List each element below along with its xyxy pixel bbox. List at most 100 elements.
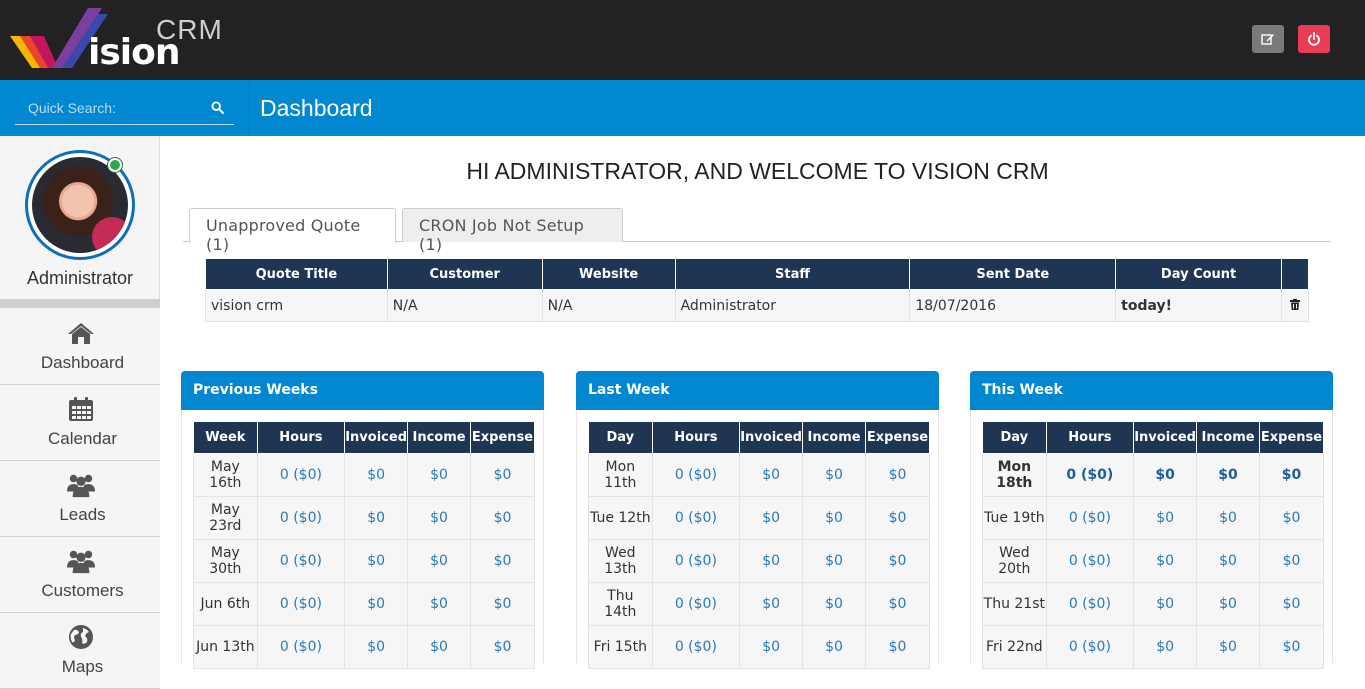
income-cell[interactable]: $0: [407, 625, 471, 669]
income-cell[interactable]: $0: [407, 496, 471, 540]
expense-cell[interactable]: $0: [1258, 582, 1325, 626]
expense-cell[interactable]: $0: [864, 496, 931, 540]
hours-cell[interactable]: 0 ($0): [1045, 496, 1135, 540]
expense-cell[interactable]: $0: [1258, 539, 1325, 583]
expense-cell[interactable]: $0: [1258, 496, 1325, 540]
expense-cell[interactable]: $0: [1258, 453, 1325, 497]
column-header: Hours: [651, 421, 741, 454]
invoiced-cell[interactable]: $0: [1133, 625, 1198, 669]
invoiced-cell[interactable]: $0: [1133, 496, 1198, 540]
search-icon[interactable]: [211, 101, 224, 119]
users-icon: [67, 547, 95, 575]
tab-cron-job[interactable]: CRON Job Not Setup (1): [402, 208, 623, 254]
quick-search: [15, 93, 234, 125]
day-cell: Tue 12th: [588, 496, 653, 540]
column-header: Hours: [1045, 421, 1135, 454]
invoiced-cell[interactable]: $0: [344, 625, 409, 669]
day-cell: Wed 13th: [588, 539, 653, 583]
income-cell[interactable]: $0: [1196, 625, 1260, 669]
invoiced-cell[interactable]: $0: [739, 496, 804, 540]
hours-cell[interactable]: 0 ($0): [256, 625, 346, 669]
income-cell[interactable]: $0: [407, 582, 471, 626]
expense-cell[interactable]: $0: [469, 582, 536, 626]
income-cell[interactable]: $0: [1196, 539, 1260, 583]
expense-cell[interactable]: $0: [1258, 625, 1325, 669]
hours-cell[interactable]: 0 ($0): [1045, 539, 1135, 583]
invoiced-cell[interactable]: $0: [739, 453, 804, 497]
invoiced-cell[interactable]: $0: [344, 539, 409, 583]
hours-cell[interactable]: 0 ($0): [651, 496, 741, 540]
hours-cell[interactable]: 0 ($0): [1045, 453, 1135, 497]
hours-cell[interactable]: 0 ($0): [651, 625, 741, 669]
expense-cell[interactable]: $0: [469, 625, 536, 669]
panel-title: Last Week: [576, 371, 939, 410]
hours-cell[interactable]: 0 ($0): [256, 453, 346, 497]
sidebar-item-leads[interactable]: Leads: [0, 461, 160, 537]
sidebar: Administrator Dashboard Calendar Leads C…: [0, 136, 160, 689]
logout-button[interactable]: [1298, 25, 1330, 53]
expense-cell[interactable]: $0: [469, 496, 536, 540]
income-cell[interactable]: $0: [1196, 582, 1260, 626]
column-header: Expense: [864, 421, 931, 454]
tab-unapproved-quote[interactable]: Unapproved Quote (1): [189, 208, 396, 254]
expense-cell[interactable]: $0: [469, 539, 536, 583]
sidebar-item-maps[interactable]: Maps: [0, 613, 160, 689]
vision-crm-logo[interactable]: CRM ision: [10, 8, 222, 73]
income-cell[interactable]: $0: [1196, 453, 1260, 497]
hours-cell[interactable]: 0 ($0): [651, 582, 741, 626]
income-cell[interactable]: $0: [407, 539, 471, 583]
day-cell: Thu 14th: [588, 582, 653, 626]
hours-cell[interactable]: 0 ($0): [651, 453, 741, 497]
hours-cell[interactable]: 0 ($0): [256, 496, 346, 540]
invoiced-cell[interactable]: $0: [344, 453, 409, 497]
column-header: Expense: [1258, 421, 1325, 454]
income-cell[interactable]: $0: [802, 625, 866, 669]
income-cell[interactable]: $0: [802, 539, 866, 583]
hours-cell[interactable]: 0 ($0): [256, 539, 346, 583]
quote-title[interactable]: vision crm: [205, 289, 388, 322]
sidebar-item-label: Calendar: [48, 429, 117, 448]
week-cell: May 16th: [193, 453, 258, 497]
hours-cell[interactable]: 0 ($0): [1045, 582, 1135, 626]
logo-vision-text: ision: [88, 32, 180, 73]
sidebar-item-dashboard[interactable]: Dashboard: [0, 309, 160, 385]
invoiced-cell[interactable]: $0: [1133, 582, 1198, 626]
income-cell[interactable]: $0: [802, 496, 866, 540]
column-header: Sent Date: [909, 258, 1117, 290]
panel-title: Previous Weeks: [181, 371, 544, 410]
hours-cell[interactable]: 0 ($0): [651, 539, 741, 583]
income-cell[interactable]: $0: [407, 453, 471, 497]
income-cell[interactable]: $0: [802, 582, 866, 626]
column-header: Day: [588, 421, 653, 454]
delete-quote-button[interactable]: [1281, 289, 1309, 322]
panel-body: Day Hours Invoiced Income Expense Mon 18…: [970, 410, 1333, 669]
hours-cell[interactable]: 0 ($0): [1045, 625, 1135, 669]
invoiced-cell[interactable]: $0: [1133, 539, 1198, 583]
header-divider: [249, 80, 250, 136]
hours-cell[interactable]: 0 ($0): [256, 582, 346, 626]
invoiced-cell[interactable]: $0: [739, 582, 804, 626]
previous-weeks-table: Week Hours Invoiced Income Expense May 1…: [193, 421, 536, 669]
sidebar-item-calendar[interactable]: Calendar: [0, 385, 160, 461]
column-header: Income: [1196, 421, 1260, 454]
invoiced-cell[interactable]: $0: [344, 582, 409, 626]
sidebar-item-customers[interactable]: Customers: [0, 537, 160, 613]
expense-cell[interactable]: $0: [864, 582, 931, 626]
edit-button[interactable]: [1252, 25, 1284, 53]
expense-cell[interactable]: $0: [864, 625, 931, 669]
invoiced-cell[interactable]: $0: [1133, 453, 1198, 497]
income-cell[interactable]: $0: [1196, 496, 1260, 540]
invoiced-cell[interactable]: $0: [344, 496, 409, 540]
income-cell[interactable]: $0: [802, 453, 866, 497]
sidebar-item-label: Maps: [61, 657, 104, 676]
welcome-heading: HI ADMINISTRATOR, AND WELCOME TO VISION …: [466, 158, 1049, 184]
expense-cell[interactable]: $0: [864, 539, 931, 583]
quick-search-input[interactable]: [15, 93, 205, 123]
table-row[interactable]: vision crm N/A N/A Administrator 18/07/2…: [205, 289, 1309, 322]
invoiced-cell[interactable]: $0: [739, 539, 804, 583]
column-header: Week: [193, 421, 258, 454]
expense-cell[interactable]: $0: [469, 453, 536, 497]
panel-body: Day Hours Invoiced Income Expense Mon 11…: [576, 410, 939, 669]
expense-cell[interactable]: $0: [864, 453, 931, 497]
invoiced-cell[interactable]: $0: [739, 625, 804, 669]
